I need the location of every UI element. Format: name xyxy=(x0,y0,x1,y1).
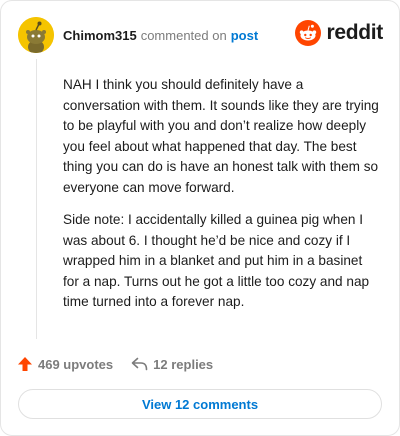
comment-paragraph: NAH I think you should definitely have a… xyxy=(63,77,379,195)
commented-on-text: commented on xyxy=(140,27,227,43)
comment-paragraph: Side note: I accidentally killed a guine… xyxy=(63,212,370,309)
reply-count: 12 replies xyxy=(153,356,214,372)
comment-meta: Chimom315 commented on post xyxy=(63,28,258,43)
upvote-button[interactable]: 469 upvotes xyxy=(17,356,113,372)
comment-header: Chimom315 commented on post reddit xyxy=(18,16,383,54)
username[interactable]: Chimom315 xyxy=(63,28,137,43)
reddit-logo-icon xyxy=(295,20,322,46)
post-link[interactable]: post xyxy=(231,28,258,43)
reddit-brand[interactable]: reddit xyxy=(295,20,383,46)
upvote-arrow-icon xyxy=(18,357,32,371)
avatar[interactable] xyxy=(18,17,54,53)
view-comments-button[interactable]: View 12 comments xyxy=(18,389,382,419)
comment-card: Chimom315 commented on post reddit NAH I… xyxy=(0,0,400,436)
reddit-wordmark: reddit xyxy=(326,21,383,44)
comment-body: NAH I think you should definitely have a… xyxy=(63,75,379,325)
reply-button[interactable]: 12 replies xyxy=(131,357,213,372)
thread-line[interactable] xyxy=(36,59,37,339)
reply-icon xyxy=(131,357,148,371)
snoo-avatar-icon xyxy=(18,17,54,53)
upvote-count: 469 upvotes xyxy=(38,356,114,372)
comment-actions: 469 upvotes 12 replies xyxy=(17,353,213,375)
